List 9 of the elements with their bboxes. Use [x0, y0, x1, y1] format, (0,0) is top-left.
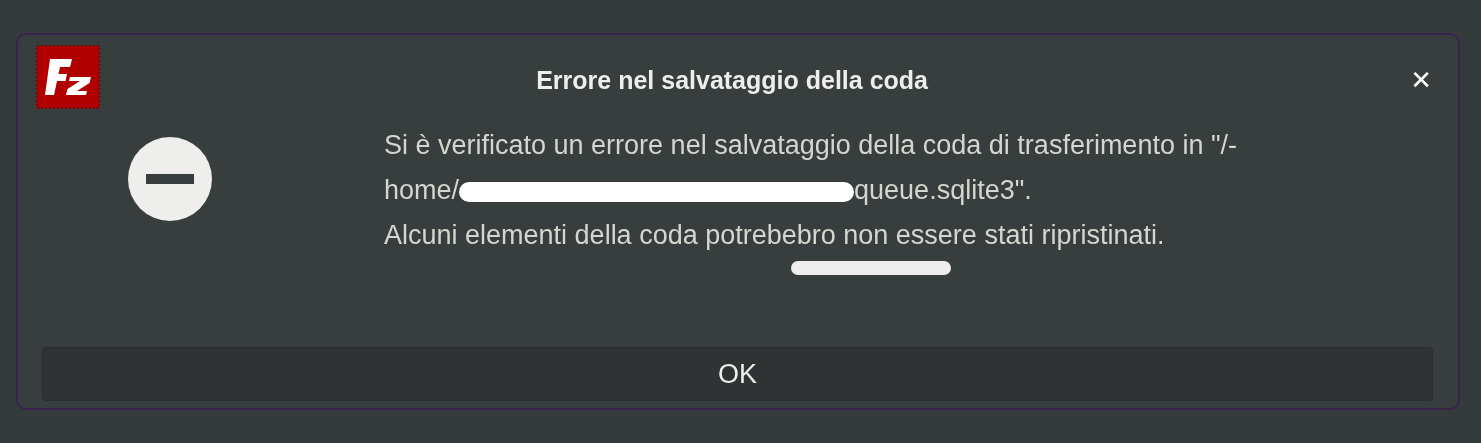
error-icon: [128, 137, 212, 221]
message-text: queue.sqlite3".: [854, 175, 1032, 206]
close-button[interactable]: ✕: [1404, 63, 1438, 97]
app-logo-icon: [36, 45, 100, 109]
message-text: Si è verificato un errore nel salvataggio della coda di trasferimento in "/-: [384, 130, 1238, 161]
message-text: Alcuni elementi della coda potrebebro non essere stati ripristinati.: [384, 220, 1165, 251]
window-title: Errore nel salvataggio della coda: [535, 65, 929, 95]
message-text: home/: [384, 175, 460, 206]
ok-button[interactable]: OK: [42, 347, 1433, 401]
